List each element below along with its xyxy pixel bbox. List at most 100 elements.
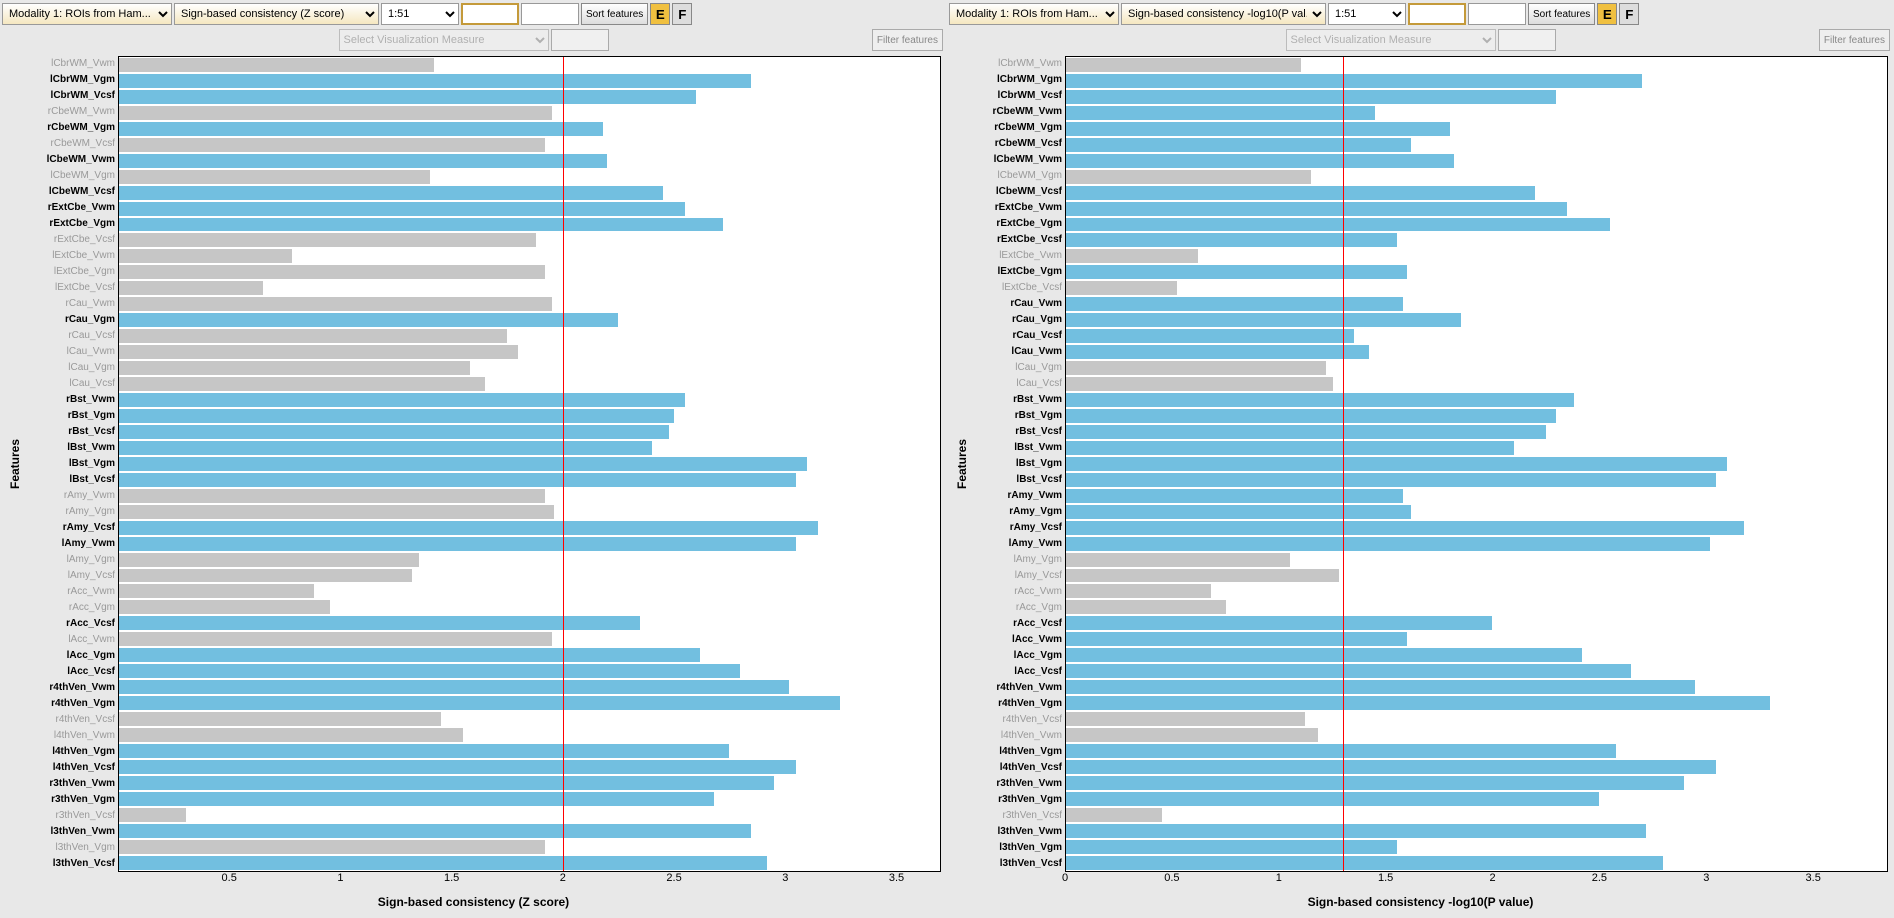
sort-features-button[interactable]: Sort features (581, 3, 648, 25)
bar[interactable] (1066, 361, 1326, 375)
f-button[interactable]: F (672, 3, 692, 25)
bar[interactable] (1066, 648, 1582, 662)
bar[interactable] (1066, 489, 1403, 503)
bar[interactable] (119, 106, 552, 120)
metric-select[interactable]: Sign-based consistency -log10(P val... (1121, 3, 1326, 25)
bar[interactable] (119, 233, 536, 247)
bar[interactable] (119, 664, 740, 678)
bar[interactable] (1066, 808, 1162, 822)
range-select[interactable]: 1:51 (381, 3, 459, 25)
bar[interactable] (1066, 680, 1695, 694)
bar[interactable] (1066, 313, 1461, 327)
bar[interactable] (1066, 744, 1616, 758)
bar[interactable] (119, 345, 518, 359)
bar[interactable] (119, 425, 669, 439)
bar[interactable] (119, 377, 485, 391)
bar[interactable] (119, 58, 434, 72)
bar[interactable] (119, 489, 545, 503)
bar[interactable] (1066, 776, 1684, 790)
bar[interactable] (119, 122, 603, 136)
bar[interactable] (1066, 760, 1716, 774)
bar[interactable] (1066, 569, 1339, 583)
bar[interactable] (119, 584, 314, 598)
bar[interactable] (1066, 521, 1744, 535)
bar[interactable] (1066, 170, 1311, 184)
bar[interactable] (119, 361, 470, 375)
bar[interactable] (1066, 856, 1663, 870)
bar[interactable] (1066, 409, 1556, 423)
range-select[interactable]: 1:51 (1328, 3, 1406, 25)
bar[interactable] (1066, 584, 1211, 598)
bar[interactable] (119, 728, 463, 742)
bar[interactable] (1066, 265, 1407, 279)
plot-right[interactable] (1065, 56, 1888, 872)
bar[interactable] (1066, 329, 1354, 343)
bar[interactable] (1066, 537, 1710, 551)
input-b[interactable] (1468, 3, 1526, 25)
bar[interactable] (119, 457, 807, 471)
bar[interactable] (119, 90, 696, 104)
bar[interactable] (119, 313, 618, 327)
bar[interactable] (1066, 696, 1770, 710)
bar[interactable] (1066, 138, 1411, 152)
plot-left[interactable] (118, 56, 941, 872)
bar[interactable] (119, 473, 796, 487)
bar[interactable] (119, 569, 412, 583)
bar[interactable] (1066, 616, 1492, 630)
bar[interactable] (119, 553, 419, 567)
bar[interactable] (119, 537, 796, 551)
bar[interactable] (1066, 186, 1535, 200)
bar[interactable] (1066, 632, 1407, 646)
bar[interactable] (119, 760, 796, 774)
bar[interactable] (1066, 122, 1450, 136)
bar[interactable] (119, 776, 774, 790)
bar[interactable] (119, 265, 545, 279)
metric-select[interactable]: Sign-based consistency (Z score) (174, 3, 379, 25)
bar[interactable] (1066, 473, 1716, 487)
bar[interactable] (119, 505, 554, 519)
bar[interactable] (1066, 664, 1631, 678)
bar[interactable] (119, 792, 714, 806)
bar[interactable] (119, 744, 729, 758)
bar[interactable] (1066, 281, 1177, 295)
bar[interactable] (119, 249, 292, 263)
e-button[interactable]: E (1597, 3, 1617, 25)
bar[interactable] (119, 808, 186, 822)
bar[interactable] (119, 329, 507, 343)
bar[interactable] (1066, 377, 1333, 391)
bar[interactable] (1066, 728, 1318, 742)
bar[interactable] (119, 856, 767, 870)
bar[interactable] (1066, 154, 1454, 168)
bar[interactable] (1066, 297, 1403, 311)
bar[interactable] (119, 393, 685, 407)
bar[interactable] (119, 632, 552, 646)
bar[interactable] (1066, 233, 1397, 247)
bar[interactable] (1066, 58, 1301, 72)
bar[interactable] (1066, 712, 1305, 726)
bar[interactable] (119, 409, 674, 423)
bar[interactable] (1066, 553, 1290, 567)
bar[interactable] (119, 170, 430, 184)
input-b[interactable] (521, 3, 579, 25)
modality-select[interactable]: Modality 1: ROIs from Ham... (2, 3, 172, 25)
bar[interactable] (119, 297, 552, 311)
bar[interactable] (1066, 792, 1599, 806)
bar[interactable] (1066, 74, 1642, 88)
bar[interactable] (119, 648, 700, 662)
bar[interactable] (119, 186, 663, 200)
bar[interactable] (1066, 600, 1226, 614)
bar[interactable] (1066, 249, 1198, 263)
bar[interactable] (119, 696, 840, 710)
bar[interactable] (119, 74, 751, 88)
bar[interactable] (1066, 457, 1727, 471)
bar[interactable] (1066, 90, 1556, 104)
bar[interactable] (1066, 345, 1369, 359)
e-button[interactable]: E (650, 3, 670, 25)
bar[interactable] (1066, 218, 1610, 232)
bar[interactable] (1066, 202, 1567, 216)
bar[interactable] (1066, 824, 1646, 838)
bar[interactable] (119, 521, 818, 535)
bar[interactable] (119, 600, 330, 614)
bar[interactable] (1066, 441, 1514, 455)
bar[interactable] (1066, 393, 1574, 407)
